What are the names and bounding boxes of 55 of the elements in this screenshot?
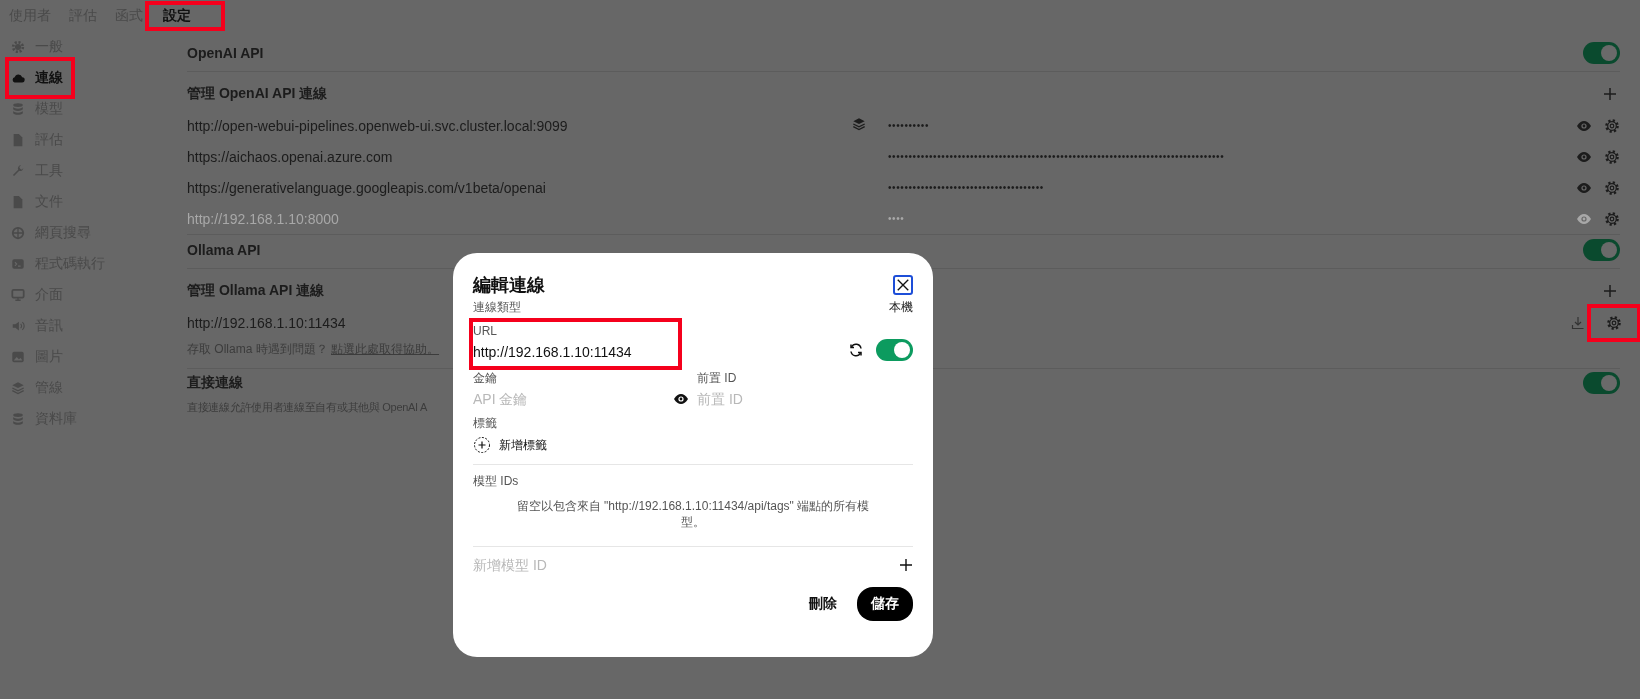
field-label: 連線類型 — [473, 299, 521, 316]
connection-url: http://192.168.1.10:11434 — [187, 315, 346, 331]
toggle-switch[interactable] — [876, 339, 913, 361]
section-title: 管理 Ollama API 連線 — [187, 282, 325, 300]
toggle-switch[interactable] — [1583, 42, 1620, 64]
field-label: 模型 IDs — [473, 473, 520, 490]
connection-url: https://aichaos.openai.azure.com — [187, 148, 394, 165]
close-button[interactable] — [893, 275, 913, 295]
terminal-icon — [11, 257, 25, 271]
field-label: 標籤 — [473, 415, 498, 432]
field-label: 金鑰 — [473, 370, 498, 387]
api-key-field[interactable]: API 金鑰 — [473, 391, 667, 407]
field-label: 前置 ID — [697, 370, 738, 387]
plus-icon[interactable] — [899, 558, 913, 572]
api-key-field[interactable]: •••••••••• — [888, 120, 1576, 131]
download-icon[interactable] — [1570, 315, 1586, 331]
settings-icon[interactable] — [1604, 117, 1620, 134]
document-icon — [11, 195, 25, 209]
connection-url: http://open-webui-pipelines.openweb-ui.svc.cluster.local:9099 — [187, 117, 569, 134]
api-key-field[interactable]: •••••••••••••••••••••••••••••••••••••• — [888, 182, 1576, 193]
delete-button[interactable]: 刪除 — [809, 595, 837, 613]
cloud-icon — [11, 71, 25, 85]
database-icon — [11, 412, 25, 426]
document-icon — [11, 133, 25, 147]
database-icon — [11, 102, 25, 116]
settings-icon[interactable] — [1604, 148, 1620, 165]
connection-url: https://generativelanguage.googleapis.com/v1beta/openai — [187, 179, 547, 196]
save-button[interactable]: 儲存 — [857, 587, 913, 621]
settings-icon[interactable] — [1604, 179, 1620, 196]
connection-url: http://192.168.1.10:8000 — [187, 210, 340, 227]
toggle-switch[interactable] — [1583, 372, 1620, 394]
connection-type[interactable]: 本機 — [889, 299, 913, 316]
toggle-switch[interactable] — [1583, 239, 1620, 261]
sidebar-item[interactable]: 連線 — [9, 61, 71, 95]
eye-icon[interactable] — [673, 391, 689, 407]
speaker-icon — [11, 319, 25, 333]
wrench-icon — [11, 164, 25, 178]
prefix-id-field[interactable]: 前置 ID — [697, 391, 877, 407]
models-hint: 留空以包含來自 "http://192.168.1.10:11434/api/tags" 端點的所有模型。 — [515, 498, 871, 530]
add-circle-icon[interactable] — [473, 436, 491, 454]
gear-icon — [1606, 315, 1622, 331]
section-title: 管理 OpenAI API 連線 — [187, 85, 328, 103]
layers-icon — [11, 381, 25, 395]
globe-icon — [11, 226, 25, 240]
image-icon — [11, 350, 25, 364]
section-title: 直接連線 — [187, 374, 243, 392]
add-tag-button[interactable]: 新增標籤 — [499, 436, 547, 454]
section-title: Ollama API — [187, 242, 261, 258]
monitor-icon — [11, 288, 25, 302]
dialog-title: 編輯連線 — [473, 274, 545, 297]
section-title: OpenAI API — [187, 45, 264, 61]
gear-icon — [11, 40, 25, 54]
model-id-field[interactable]: 新增模型 ID — [473, 557, 653, 573]
refresh-icon[interactable] — [848, 342, 864, 358]
api-key-field[interactable]: •••••••••••••••••••••••••••••••••••••••••••••••••••••••••••••••••••••••••••••••••• — [888, 151, 1576, 162]
